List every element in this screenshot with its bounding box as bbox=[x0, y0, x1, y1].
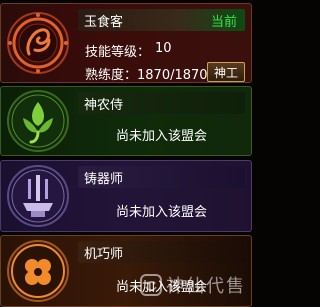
card-name: 铸器师 bbox=[84, 171, 124, 187]
not-joined-message: 尚未加入该盟会 bbox=[115, 129, 207, 144]
guild-card-shennongshi[interactable]: 神农侍 尚未加入该盟会 bbox=[0, 86, 252, 156]
card-name: 神农侍 bbox=[84, 97, 124, 113]
guild-card-zhuqishi[interactable]: 铸器师 尚未加入该盟会 bbox=[0, 160, 252, 232]
gear-emblem-icon bbox=[7, 240, 69, 302]
smile-logo-icon bbox=[140, 274, 162, 296]
watermark-text: 神仙代售 bbox=[166, 276, 246, 297]
card-name: 机巧师 bbox=[84, 246, 124, 262]
shengong-button[interactable]: 神工 bbox=[207, 62, 245, 82]
card-name-bar: 铸器师 bbox=[78, 166, 245, 188]
card-name-bar: 玉食客 当前 bbox=[78, 9, 245, 31]
skill-level-label: 技能等级： bbox=[85, 45, 151, 60]
current-badge: 当前 bbox=[210, 14, 237, 30]
card-name-bar: 神农侍 bbox=[78, 92, 245, 114]
leaf-emblem-icon bbox=[7, 90, 69, 152]
guild-card-yushike[interactable]: 玉食客 当前 技能等级： 10 熟练度：1870/1870 神工 bbox=[0, 3, 252, 83]
proficiency-label: 熟练度：1870/1870 bbox=[85, 68, 208, 83]
forge-emblem-icon bbox=[7, 165, 69, 227]
card-name-bar: 机巧师 bbox=[78, 241, 245, 263]
not-joined-message: 尚未加入该盟会 bbox=[115, 205, 207, 220]
skill-level-value: 10 bbox=[155, 41, 172, 56]
watermark: 神仙代售 bbox=[140, 272, 246, 298]
card-name: 玉食客 bbox=[84, 14, 124, 30]
guild-panel: 玉食客 当前 技能等级： 10 熟练度：1870/1870 神工 神农侍 尚未加… bbox=[0, 0, 252, 307]
phoenix-emblem-icon bbox=[7, 12, 69, 74]
